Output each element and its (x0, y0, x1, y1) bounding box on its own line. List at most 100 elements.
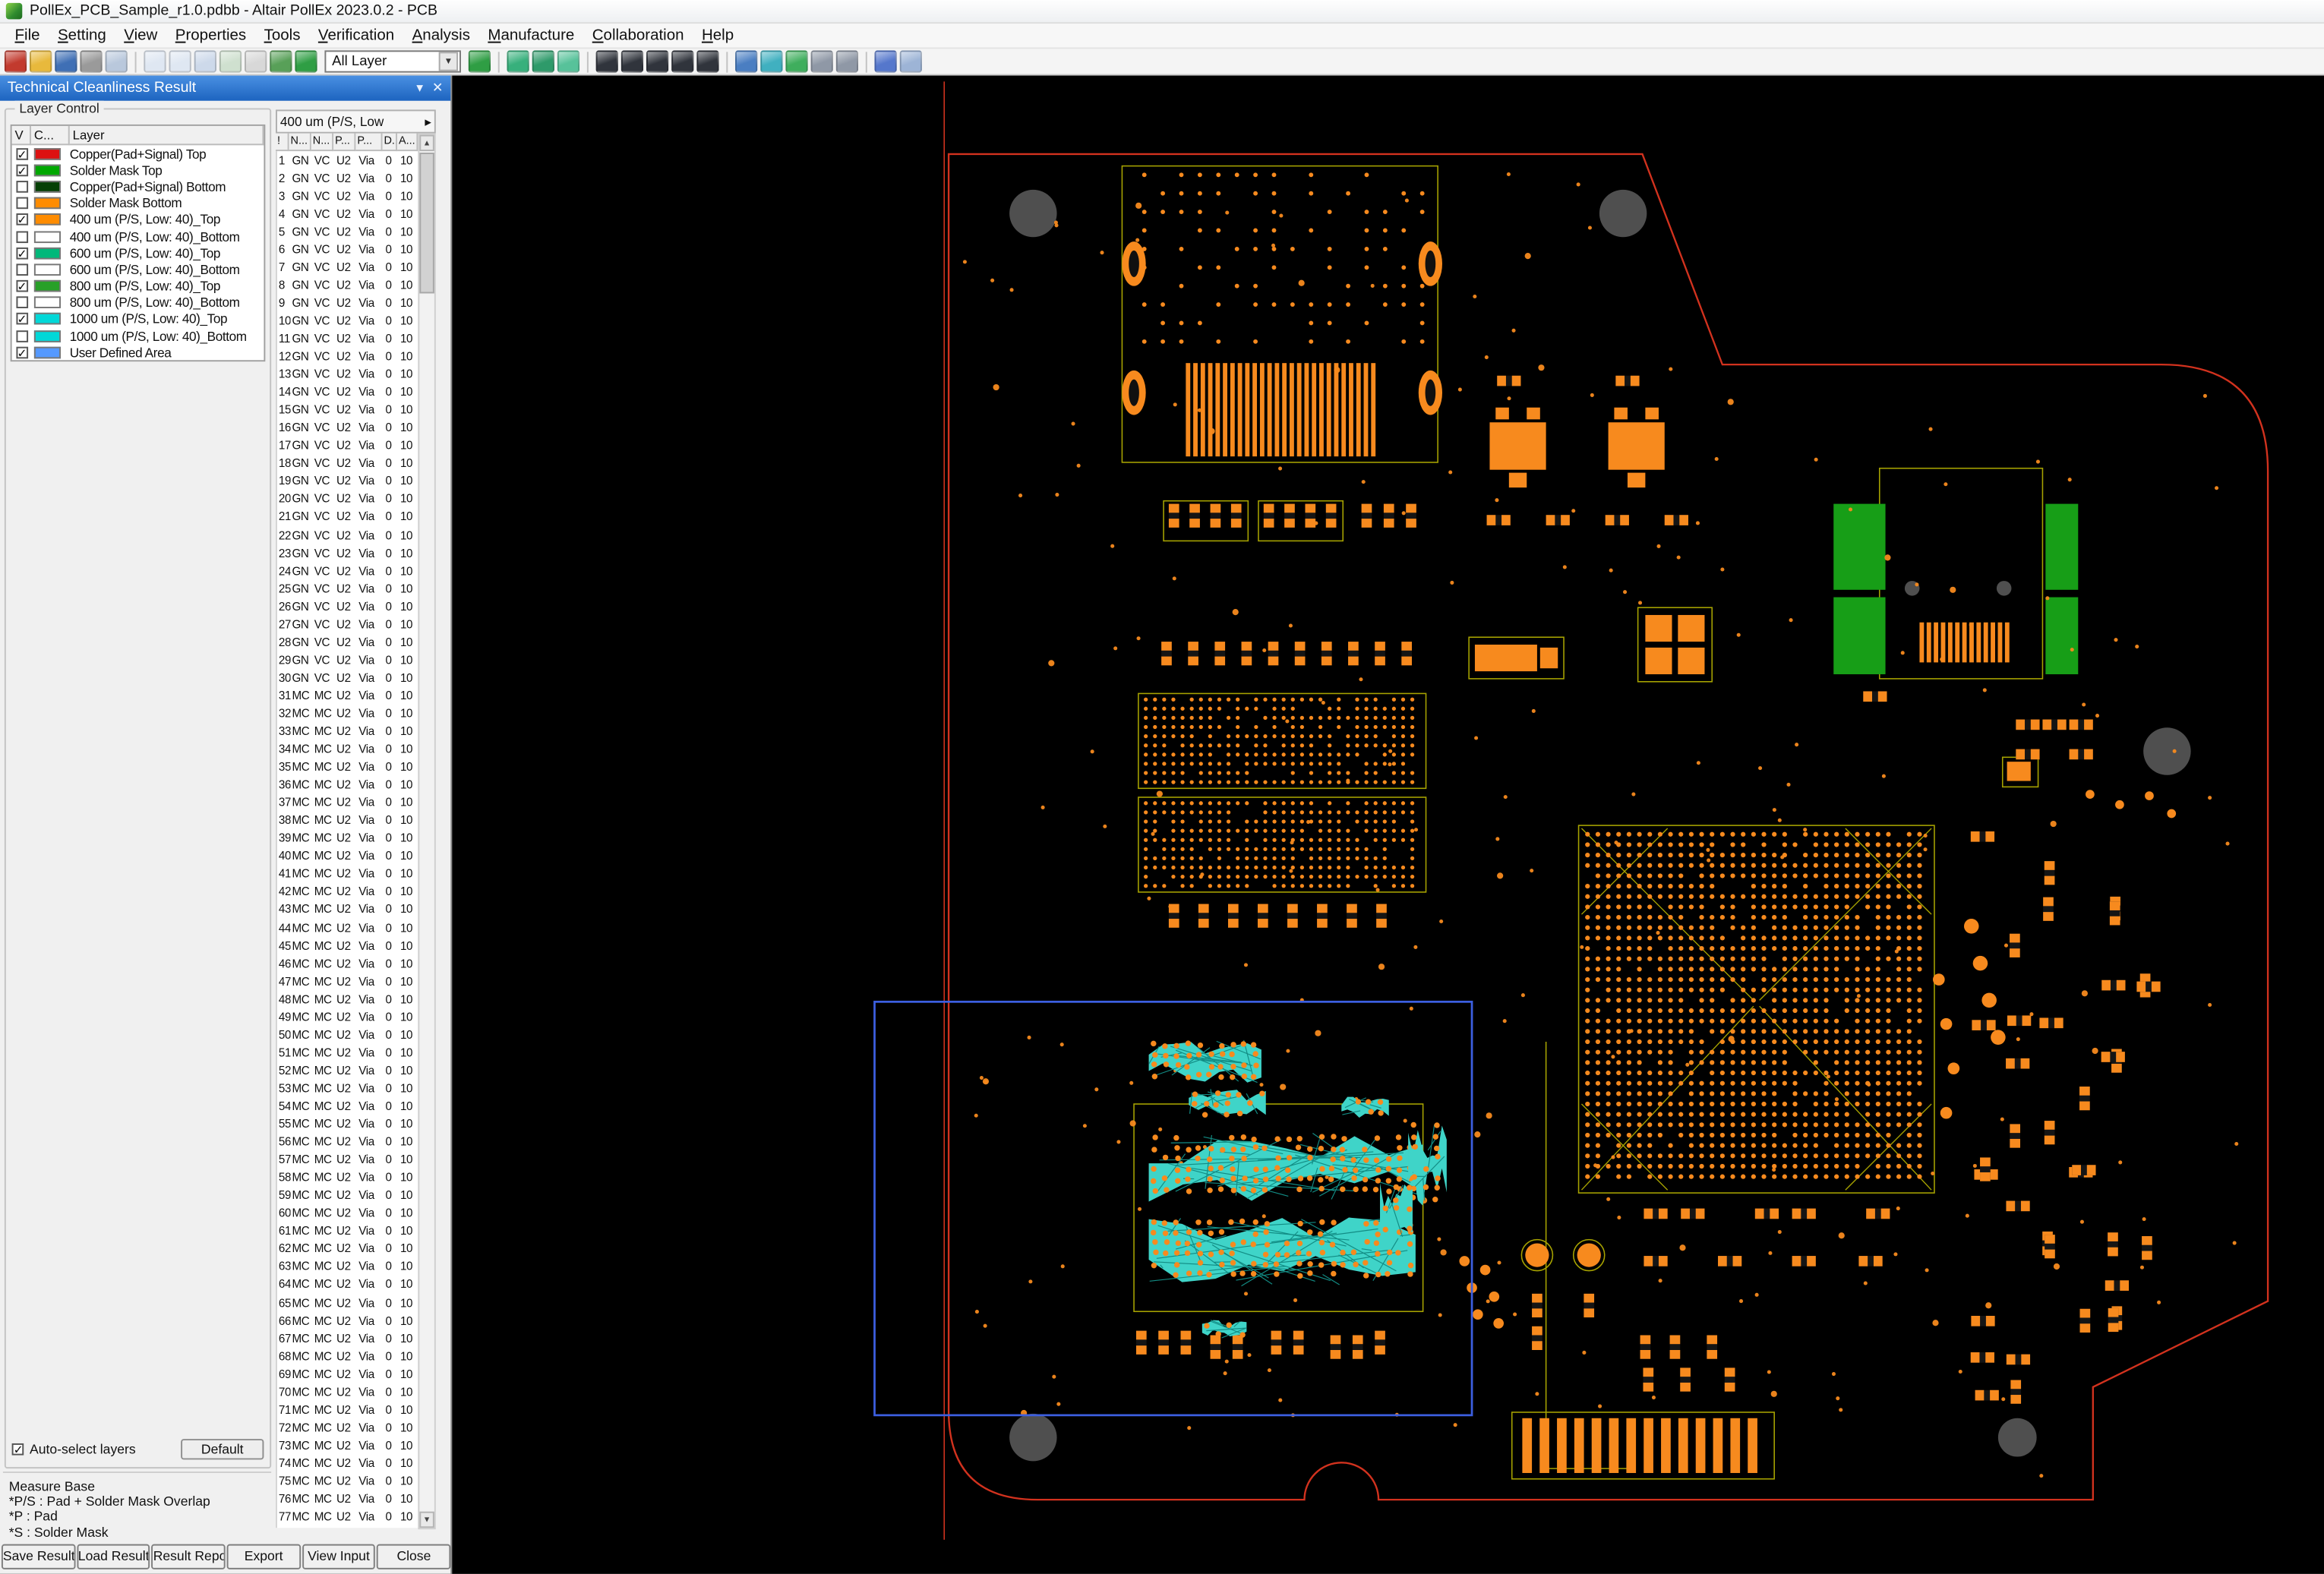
menu-analysis[interactable]: Analysis (403, 24, 479, 47)
layer-column-header[interactable]: C... (31, 126, 70, 145)
layer-row[interactable]: 400 um (P/S, Low: 40)_Bottom (12, 228, 264, 244)
layer-color-swatch[interactable] (34, 181, 61, 193)
result-row[interactable]: 17GNVCU2Via010 (277, 437, 418, 455)
layer-column-header[interactable]: V (12, 126, 31, 145)
zoom-out-icon[interactable] (169, 50, 191, 72)
layer-visibility-checkbox[interactable]: ✓ (15, 314, 27, 326)
default-button[interactable]: Default (181, 1439, 264, 1459)
layer-row[interactable]: ✓1000 um (P/S, Low: 40)_Top (12, 311, 264, 328)
chevron-right-icon[interactable]: ▸ (425, 113, 431, 129)
new-file-icon[interactable] (5, 50, 27, 72)
result-row[interactable]: 54MCMCU2Via010 (277, 1097, 418, 1115)
origin-icon[interactable] (836, 50, 858, 72)
result-row[interactable]: 23GNVCU2Via010 (277, 544, 418, 562)
net-list-icon[interactable] (760, 50, 782, 72)
result-row[interactable]: 64MCMCU2Via010 (277, 1276, 418, 1294)
result-row[interactable]: 15GNVCU2Via010 (277, 401, 418, 419)
layer-column-header[interactable]: Layer (70, 126, 264, 145)
results-column[interactable]: P... (355, 134, 382, 151)
toggle-outline-icon[interactable] (696, 50, 718, 72)
result-row[interactable]: 55MCMCU2Via010 (277, 1115, 418, 1134)
result-row[interactable]: 49MCMCU2Via010 (277, 1008, 418, 1027)
result-row[interactable]: 73MCMCU2Via010 (277, 1437, 418, 1455)
menu-file[interactable]: File (6, 24, 49, 47)
grid-icon[interactable] (811, 50, 833, 72)
layer-visibility-checkbox[interactable] (15, 197, 27, 210)
result-row[interactable]: 12GNVCU2Via010 (277, 348, 418, 366)
toggle-text-icon[interactable] (671, 50, 693, 72)
result-row[interactable]: 40MCMCU2Via010 (277, 847, 418, 866)
layer-row[interactable]: ✓800 um (P/S, Low: 40)_Top (12, 278, 264, 295)
results-column-header[interactable]: !N...N...P...P...D...A... (276, 134, 418, 151)
result-row[interactable]: 7GNVCU2Via010 (277, 258, 418, 276)
layer-color-swatch[interactable] (34, 280, 61, 292)
results-column[interactable]: P... (333, 134, 355, 151)
result-row[interactable]: 70MCMCU2Via010 (277, 1383, 418, 1401)
scrollbar-thumb[interactable] (419, 153, 434, 293)
result-row[interactable]: 56MCMCU2Via010 (277, 1133, 418, 1151)
layer-row[interactable]: ✓User Defined Area (12, 344, 264, 361)
results-column[interactable]: N... (311, 134, 333, 151)
result-row[interactable]: 47MCMCU2Via010 (277, 973, 418, 991)
result-row[interactable]: 67MCMCU2Via010 (277, 1330, 418, 1348)
result-row[interactable]: 36MCMCU2Via010 (277, 776, 418, 794)
results-scrollbar[interactable]: ▲ ▼ (418, 134, 435, 1530)
layer-visibility-checkbox[interactable]: ✓ (15, 247, 27, 259)
result-row[interactable]: 38MCMCU2Via010 (277, 812, 418, 830)
menu-verification[interactable]: Verification (309, 24, 403, 47)
layer-row[interactable]: 1000 um (P/S, Low: 40)_Bottom (12, 327, 264, 344)
result-row[interactable]: 74MCMCU2Via010 (277, 1454, 418, 1472)
layer-color-swatch[interactable] (34, 247, 61, 259)
layer-visibility-checkbox[interactable] (15, 263, 27, 276)
toggle-pad-icon[interactable] (596, 50, 618, 72)
result-row[interactable]: 44MCMCU2Via010 (277, 919, 418, 937)
result-row[interactable]: 41MCMCU2Via010 (277, 866, 418, 884)
result-row[interactable]: 18GNVCU2Via010 (277, 455, 418, 473)
result-row[interactable]: 43MCMCU2Via010 (277, 901, 418, 919)
scroll-up-icon[interactable]: ▲ (419, 135, 434, 151)
pin-icon[interactable]: ▾ (416, 80, 423, 96)
auto-select-checkbox[interactable]: ✓ (12, 1443, 24, 1456)
layer-visibility-checkbox[interactable] (15, 297, 27, 309)
result-row[interactable]: 50MCMCU2Via010 (277, 1026, 418, 1044)
layer-color-swatch[interactable] (34, 197, 61, 210)
result-row[interactable]: 25GNVCU2Via010 (277, 579, 418, 598)
results-column[interactable]: ! (276, 134, 289, 151)
result-row[interactable]: 59MCMCU2Via010 (277, 1187, 418, 1205)
result-row[interactable]: 27GNVCU2Via010 (277, 615, 418, 633)
result-row[interactable]: 72MCMCU2Via010 (277, 1418, 418, 1437)
result-row[interactable]: 75MCMCU2Via010 (277, 1472, 418, 1490)
zoom-fit-icon[interactable] (219, 50, 242, 72)
result-row[interactable]: 53MCMCU2Via010 (277, 1080, 418, 1098)
capture-icon[interactable] (106, 50, 128, 72)
load-result-button[interactable]: Load Result (77, 1544, 150, 1569)
result-row[interactable]: 21GNVCU2Via010 (277, 508, 418, 526)
layer-visibility-checkbox[interactable]: ✓ (15, 164, 27, 176)
layer-visibility-checkbox[interactable] (15, 231, 27, 243)
result-row[interactable]: 34MCMCU2Via010 (277, 740, 418, 759)
layer-visibility-checkbox[interactable]: ✓ (15, 280, 27, 292)
result-row[interactable]: 31MCMCU2Via010 (277, 686, 418, 705)
result-row[interactable]: 71MCMCU2Via010 (277, 1401, 418, 1419)
info-icon[interactable] (900, 50, 922, 72)
results-column[interactable]: N... (289, 134, 311, 151)
menu-properties[interactable]: Properties (166, 24, 255, 47)
result-row[interactable]: 29GNVCU2Via010 (277, 651, 418, 669)
result-row[interactable]: 62MCMCU2Via010 (277, 1240, 418, 1258)
result-row[interactable]: 77MCMCU2Via010 (277, 1508, 418, 1526)
layer-row[interactable]: Solder Mask Bottom (12, 195, 264, 212)
layer-row[interactable]: 800 um (P/S, Low: 40)_Bottom (12, 295, 264, 311)
result-row[interactable]: 35MCMCU2Via010 (277, 758, 418, 776)
measure-icon[interactable] (785, 50, 807, 72)
results-header[interactable]: 400 um (P/S, Low ▸ (276, 109, 436, 133)
result-row[interactable]: 5GNVCU2Via010 (277, 222, 418, 241)
result-row[interactable]: 19GNVCU2Via010 (277, 472, 418, 490)
view-input-button[interactable]: View Input (302, 1544, 376, 1569)
layer-row[interactable]: ✓Solder Mask Top (12, 162, 264, 178)
result-row[interactable]: 61MCMCU2Via010 (277, 1222, 418, 1241)
view-top-icon[interactable] (507, 50, 529, 72)
layer-color-swatch[interactable] (34, 164, 61, 176)
result-row[interactable]: 52MCMCU2Via010 (277, 1061, 418, 1080)
result-row[interactable]: 45MCMCU2Via010 (277, 937, 418, 955)
pcb-drawing[interactable] (452, 76, 2324, 1574)
